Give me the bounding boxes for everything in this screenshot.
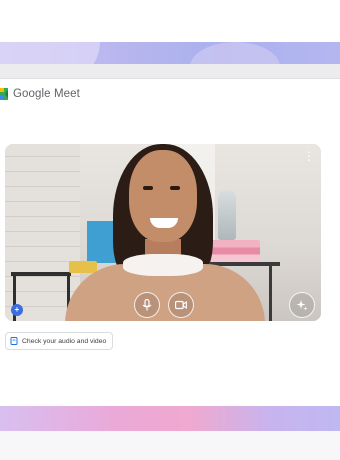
visual-effects-button[interactable] [289,292,315,318]
camera-icon [175,300,187,310]
app-title: Google Meet [13,88,80,100]
decorative-blob [0,42,100,64]
more-options-icon[interactable]: ⋮ [301,148,317,164]
browser-frame-top [0,64,340,79]
check-audio-video-button[interactable]: Check your audio and video [5,332,114,350]
microphone-icon [142,299,152,311]
microphone-button[interactable] [134,292,160,318]
participant-collar [123,254,203,276]
video-preview [5,144,321,321]
meet-logo-icon [0,88,8,100]
top-decorative-band [0,42,340,64]
bottom-decorative-band [0,406,340,431]
participant-face [129,150,197,242]
app-header: Google Meet [0,80,340,108]
plus-badge-icon[interactable]: + [11,304,23,316]
check-audio-video-label: Check your audio and video [22,337,107,345]
books [210,240,260,262]
bottom-frame [0,431,340,460]
camera-button[interactable] [168,292,194,318]
vase [218,190,236,240]
device-check-icon [10,337,18,345]
sparkle-effects-icon [296,300,308,311]
decorative-blob [190,42,280,64]
